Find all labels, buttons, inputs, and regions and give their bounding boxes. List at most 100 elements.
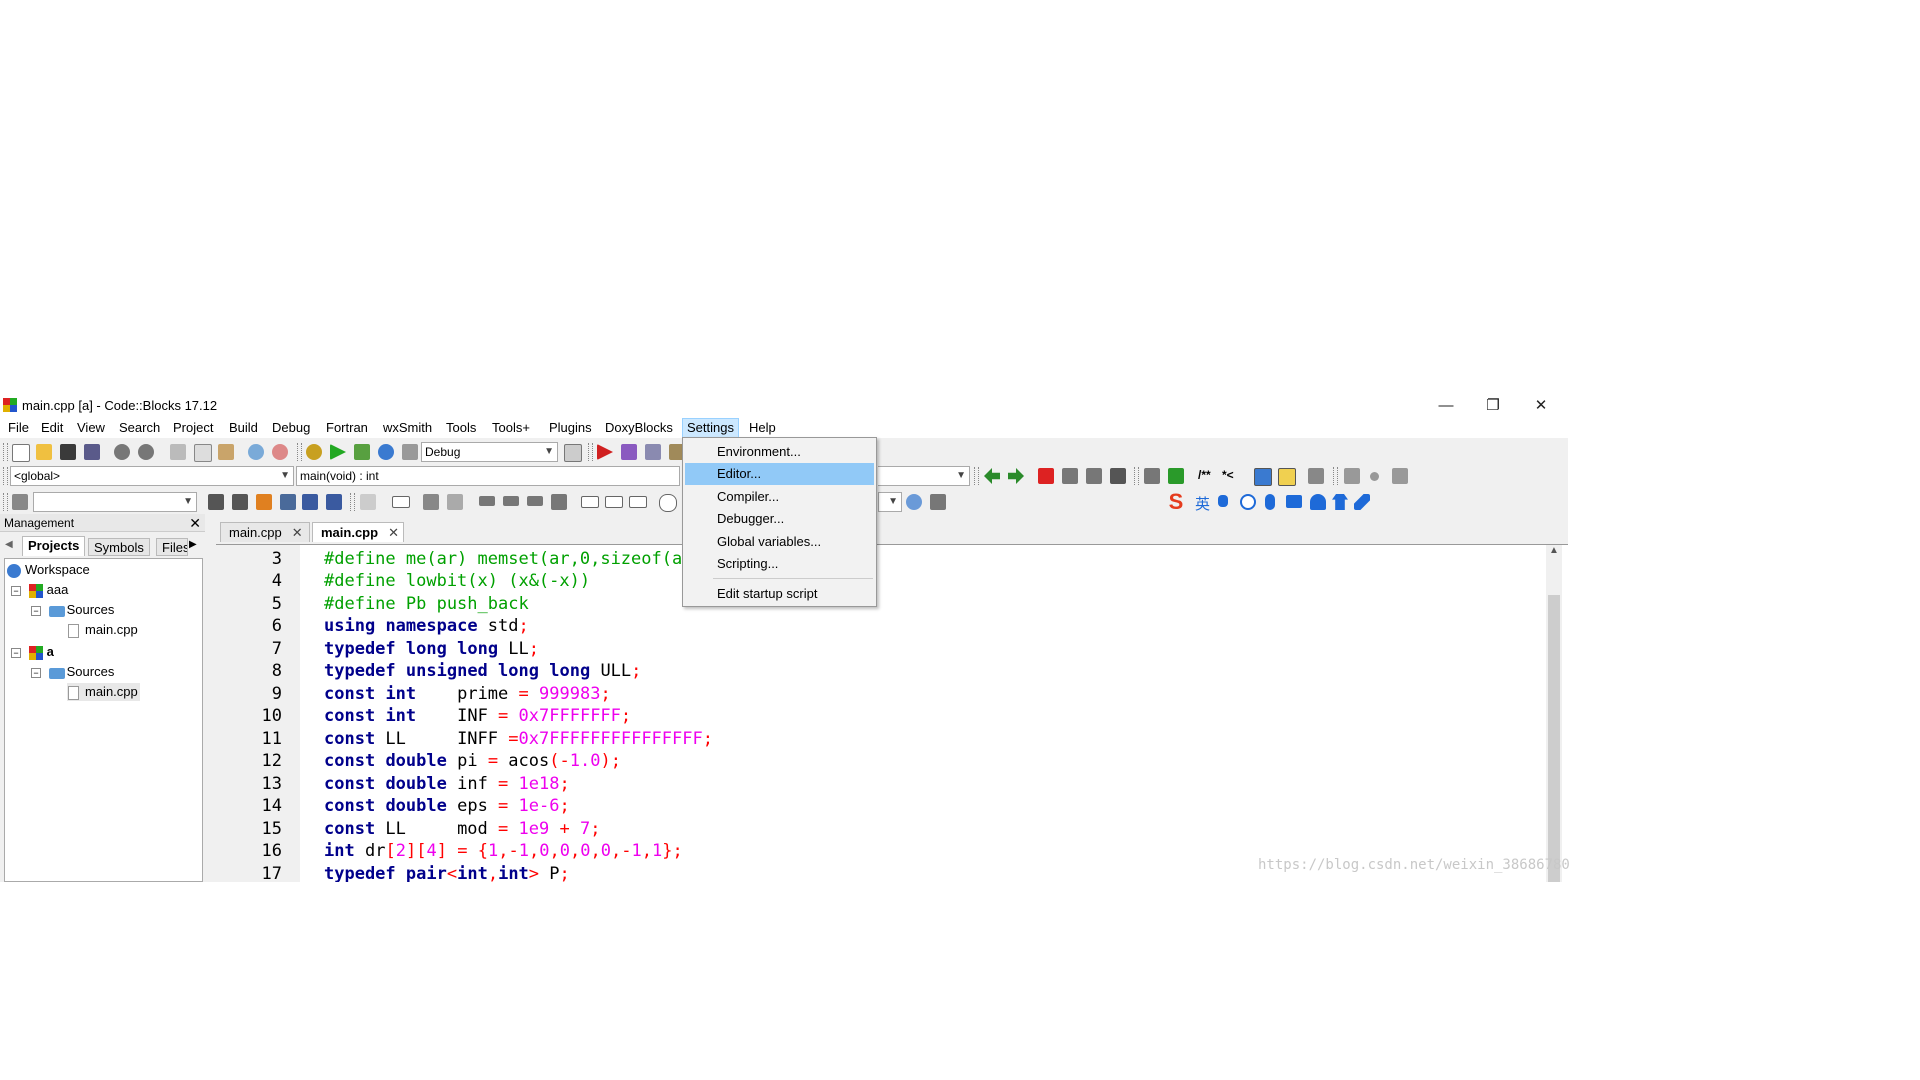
menu-edit[interactable]: Edit	[37, 419, 67, 437]
toolbar-grip[interactable]	[588, 443, 593, 461]
function-select[interactable]: main(void) : int	[296, 466, 680, 486]
debug-start-icon[interactable]	[597, 444, 613, 460]
tree-project-a[interactable]: − a	[11, 643, 54, 661]
static-bitmap-icon[interactable]	[447, 494, 463, 510]
menu-settings[interactable]: Settings	[682, 418, 739, 438]
menu-item-scripting[interactable]: Scripting...	[685, 553, 874, 575]
tree-project-aaa[interactable]: − aaa	[11, 581, 68, 599]
target-options-icon[interactable]	[564, 444, 582, 462]
jump-dot-icon[interactable]	[1370, 472, 1379, 481]
toolbar-grip[interactable]	[3, 443, 8, 461]
prev-bookmark-icon[interactable]	[1062, 468, 1078, 484]
tab-scroll-left-icon[interactable]: ◀	[5, 539, 13, 550]
run-html-icon[interactable]	[1254, 468, 1272, 486]
jump-forward-icon[interactable]	[1392, 468, 1408, 484]
toolbar-grip[interactable]	[1134, 467, 1139, 485]
code-line[interactable]: int dr[2][4] = {1,-1,0,0,0,0,-1,1};	[324, 840, 683, 862]
menu-search[interactable]: Search	[115, 419, 164, 437]
code-line[interactable]: typedef long long LL;	[324, 638, 539, 660]
tree-workspace[interactable]: Workspace	[7, 561, 90, 579]
menu-item-edit-startup-script[interactable]: Edit startup script	[685, 583, 874, 605]
run-chm-icon[interactable]	[1278, 468, 1296, 486]
tree-folder-sources[interactable]: − Sources	[31, 663, 114, 681]
close-tab-icon[interactable]: ✕	[388, 525, 399, 540]
microphone-icon[interactable]	[1265, 494, 1275, 510]
run-icon[interactable]	[330, 444, 346, 460]
back-arrow-icon[interactable]	[984, 468, 1000, 484]
search-combo-tail[interactable]: ▼	[878, 492, 902, 512]
code-line[interactable]: const int INF = 0x7FFFFFFF;	[324, 705, 631, 727]
run-to-cursor-icon[interactable]	[621, 444, 637, 460]
tab-files[interactable]: Files	[156, 538, 188, 556]
extract-docs-icon[interactable]	[1168, 468, 1184, 484]
toolbar-grip[interactable]	[3, 493, 8, 511]
panel-icon[interactable]	[479, 496, 495, 506]
menu-item-editor[interactable]: Editor...	[685, 463, 874, 485]
block-comment-button[interactable]: /**	[1198, 468, 1211, 482]
panel4-icon[interactable]	[551, 494, 567, 510]
cut-icon[interactable]	[170, 444, 186, 460]
tab-projects[interactable]: Projects	[22, 536, 86, 556]
minimize-button[interactable]: —	[1423, 394, 1469, 418]
bitmap-button-icon[interactable]	[423, 494, 439, 510]
line-comment-button[interactable]: *<	[1222, 468, 1234, 482]
code-line[interactable]: #define me(ar) memset(ar,0,sizeof(a	[324, 548, 682, 570]
ime-tools-wrench-icon[interactable]	[1354, 494, 1370, 510]
close-button[interactable]: ✕	[1518, 394, 1564, 418]
find-icon[interactable]	[248, 444, 264, 460]
scope-select[interactable]: <global> ▼	[10, 466, 294, 486]
wrench-icon[interactable]	[1308, 468, 1324, 484]
build-gear-icon[interactable]	[306, 444, 322, 460]
close-tab-icon[interactable]: ✕	[292, 525, 303, 540]
tab-scroll-right-icon[interactable]: ▶	[189, 539, 197, 550]
menu-plugins[interactable]: Plugins	[545, 419, 596, 437]
settings-wrench-icon[interactable]	[930, 494, 946, 510]
keyboard-icon[interactable]	[1286, 495, 1302, 508]
code-line[interactable]: const double pi = acos(-1.0);	[324, 750, 621, 772]
editor-tab-active[interactable]: main.cpp ✕	[312, 522, 404, 542]
jump-back-icon[interactable]	[1344, 468, 1360, 484]
abort-icon[interactable]	[402, 444, 418, 460]
menu-tools-plus[interactable]: Tools+	[488, 419, 534, 437]
frame-icon[interactable]	[392, 496, 410, 508]
new-file-icon[interactable]	[12, 444, 30, 462]
tab-symbols[interactable]: Symbols	[88, 538, 150, 556]
collapse-icon[interactable]: −	[11, 585, 21, 596]
find-prev-icon[interactable]	[208, 494, 224, 510]
menu-file[interactable]: File	[4, 419, 33, 437]
collapse-icon[interactable]: −	[11, 647, 21, 658]
panel2-icon[interactable]	[503, 496, 519, 506]
find-next-icon[interactable]	[232, 494, 248, 510]
emoji-icon[interactable]	[1240, 494, 1256, 510]
menu-wxsmith[interactable]: wxSmith	[379, 419, 436, 437]
next-line-icon[interactable]	[645, 444, 661, 460]
select-pointer-icon[interactable]	[360, 494, 376, 510]
collapse-icon[interactable]: −	[31, 605, 41, 616]
highlight-icon[interactable]	[256, 494, 272, 510]
sogou-ime-logo[interactable]: S	[1162, 490, 1190, 514]
menu-doxyblocks[interactable]: DoxyBlocks	[601, 419, 677, 437]
clear-search-icon[interactable]	[12, 494, 28, 510]
menu-item-global-variables[interactable]: Global variables...	[685, 531, 874, 553]
search-input[interactable]: ▼	[33, 492, 197, 512]
function-select-tail[interactable]: ▼	[878, 466, 970, 486]
panel3-icon[interactable]	[527, 496, 543, 506]
code-line[interactable]: const LL INFF =0x7FFFFFFFFFFFFFFF;	[324, 728, 713, 750]
close-icon[interactable]: ✕	[189, 514, 201, 532]
open-icon[interactable]	[36, 444, 52, 460]
doxywizard-icon[interactable]	[1144, 468, 1160, 484]
user-icon[interactable]	[1310, 494, 1326, 510]
toolbar-grip[interactable]	[350, 493, 355, 511]
match-case-icon[interactable]	[302, 494, 318, 510]
menu-build[interactable]: Build	[225, 419, 262, 437]
menu-tools[interactable]: Tools	[442, 419, 480, 437]
tree-folder-sources[interactable]: − Sources	[31, 601, 114, 619]
copy-icon[interactable]	[194, 444, 212, 462]
replace-icon[interactable]	[272, 444, 288, 460]
zoom-icon[interactable]	[659, 494, 677, 512]
selected-text-icon[interactable]	[280, 494, 296, 510]
toolbar-grip[interactable]	[974, 467, 979, 485]
border-icon[interactable]	[581, 496, 599, 508]
search-icon[interactable]	[906, 494, 922, 510]
regex-icon[interactable]	[326, 494, 342, 510]
